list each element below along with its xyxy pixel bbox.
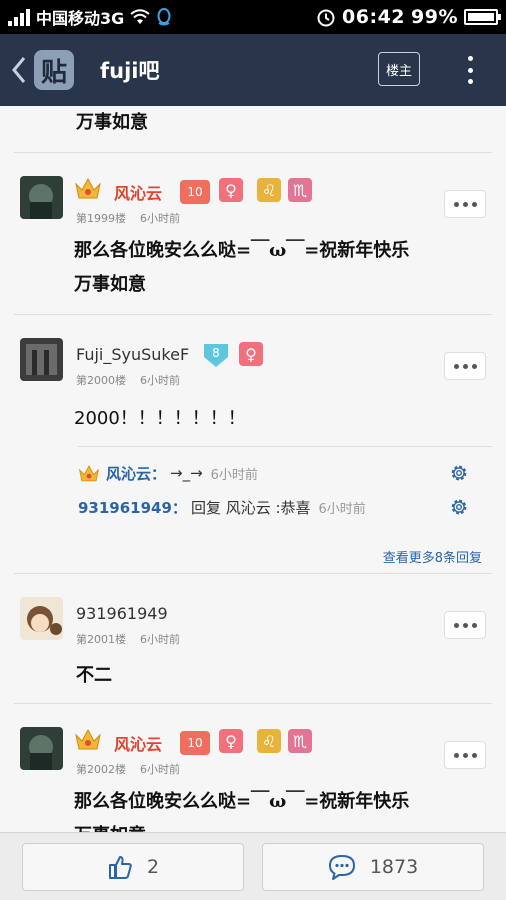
more-replies-link[interactable]: 查看更多8条回复 [383, 547, 482, 566]
level-badge-number: 8 [212, 346, 220, 360]
reply-box: 风沁云： →_→ 6小时前 931961949： 回复 风沁云 :恭喜 6小时前… [78, 446, 492, 578]
bottom-action-bar: 2 1873 [0, 832, 506, 900]
reply-time: 6小时前 [318, 501, 366, 517]
wifi-icon [130, 9, 150, 24]
floor-number: 第2001楼 [76, 633, 126, 646]
avatar[interactable] [20, 597, 63, 640]
post-more-button[interactable] [444, 352, 486, 380]
alarm-clock-icon [317, 9, 335, 27]
status-time: 06:42 [342, 6, 406, 28]
battery-fill [468, 13, 494, 21]
battery-icon [464, 9, 501, 25]
signal-icon [8, 8, 30, 26]
battery-percent: 99% [411, 6, 458, 28]
louzhu-button[interactable]: 楼主 [378, 52, 420, 86]
like-button[interactable]: 2 [22, 843, 244, 891]
post-time: 6小时前 [140, 212, 180, 225]
reply-username[interactable]: 风沁云： [106, 463, 166, 484]
thumbs-up-icon [108, 856, 132, 879]
post-more-button[interactable] [444, 611, 486, 639]
level-badge: 10 [180, 731, 210, 755]
post-more-button[interactable] [444, 741, 486, 769]
divider [14, 152, 492, 153]
post-time: 6小时前 [140, 763, 180, 776]
leo-icon: ♌ [257, 178, 281, 202]
divider [14, 703, 492, 704]
comment-button[interactable]: 1873 [262, 843, 484, 891]
post-text-line: 不二 [76, 665, 112, 686]
tieba-logo[interactable]: 贴 [34, 50, 74, 90]
level-badge: 10 [180, 180, 210, 204]
reply-text: →_→ [170, 464, 203, 482]
leo-icon: ♌ [257, 729, 281, 753]
post-text: 万事如意 [76, 112, 148, 133]
crown-icon [75, 177, 101, 199]
username[interactable]: Fuji_SyuSukeF [76, 345, 189, 364]
crown-icon [78, 465, 100, 482]
scorpio-icon: ♏ [288, 178, 312, 202]
comment-bubble-icon [328, 855, 355, 880]
post-text-line: 2000！！！！！！！ [74, 408, 246, 429]
divider [14, 314, 492, 315]
app-header: 贴 fuji吧 楼主 [0, 34, 506, 106]
avatar[interactable] [20, 176, 63, 219]
post-time: 6小时前 [140, 633, 180, 646]
female-icon: ♀ [239, 342, 263, 366]
username[interactable]: 风沁云 [114, 180, 162, 204]
username[interactable]: 931961949 [76, 604, 168, 623]
reply-item[interactable]: 931961949： 回复 风沁云 :恭喜 6小时前 [78, 491, 492, 523]
gear-icon[interactable] [448, 496, 470, 518]
more-options-icon[interactable] [456, 52, 484, 88]
qq-icon [157, 8, 171, 26]
post-more-button[interactable] [444, 190, 486, 218]
comment-count: 1873 [369, 856, 419, 878]
status-bar: 中国移动3G 06:42 99% [0, 0, 506, 34]
post-text-line: 那么各位晚安么么哒=￣ω￣=祝新年快乐 [74, 791, 410, 812]
gear-icon[interactable] [448, 462, 470, 484]
scorpio-icon: ♏ [288, 729, 312, 753]
reply-text: 回复 风沁云 :恭喜 [190, 498, 311, 517]
female-icon: ♀ [219, 729, 243, 753]
post-text-line: 万事如意 [74, 819, 146, 832]
post-text-line: 万事如意 [74, 274, 146, 295]
post-time: 6小时前 [140, 374, 180, 387]
post-list[interactable]: 万事如意 风沁云 10 ♀ ♌ ♏ 第1999楼 6小时前 那么各位晚安么么哒=… [0, 106, 506, 832]
avatar[interactable] [20, 727, 63, 770]
floor-number: 第2000楼 [76, 374, 126, 387]
divider [14, 573, 492, 574]
username[interactable]: 风沁云 [114, 731, 162, 755]
avatar[interactable] [20, 338, 63, 381]
page-title: fuji吧 [100, 59, 160, 83]
back-icon[interactable] [4, 34, 34, 106]
crown-icon [75, 728, 101, 750]
female-icon: ♀ [219, 178, 243, 202]
floor-number: 第1999楼 [76, 212, 126, 225]
post-text-line: 那么各位晚安么么哒=￣ω￣=祝新年快乐 [74, 240, 410, 261]
reply-item[interactable]: 风沁云： →_→ 6小时前 [78, 457, 492, 489]
floor-number: 第2002楼 [76, 763, 126, 776]
carrier-label: 中国移动3G [36, 9, 125, 28]
reply-time: 6小时前 [210, 467, 258, 483]
reply-username[interactable]: 931961949： [78, 497, 187, 518]
like-count: 2 [146, 856, 160, 878]
